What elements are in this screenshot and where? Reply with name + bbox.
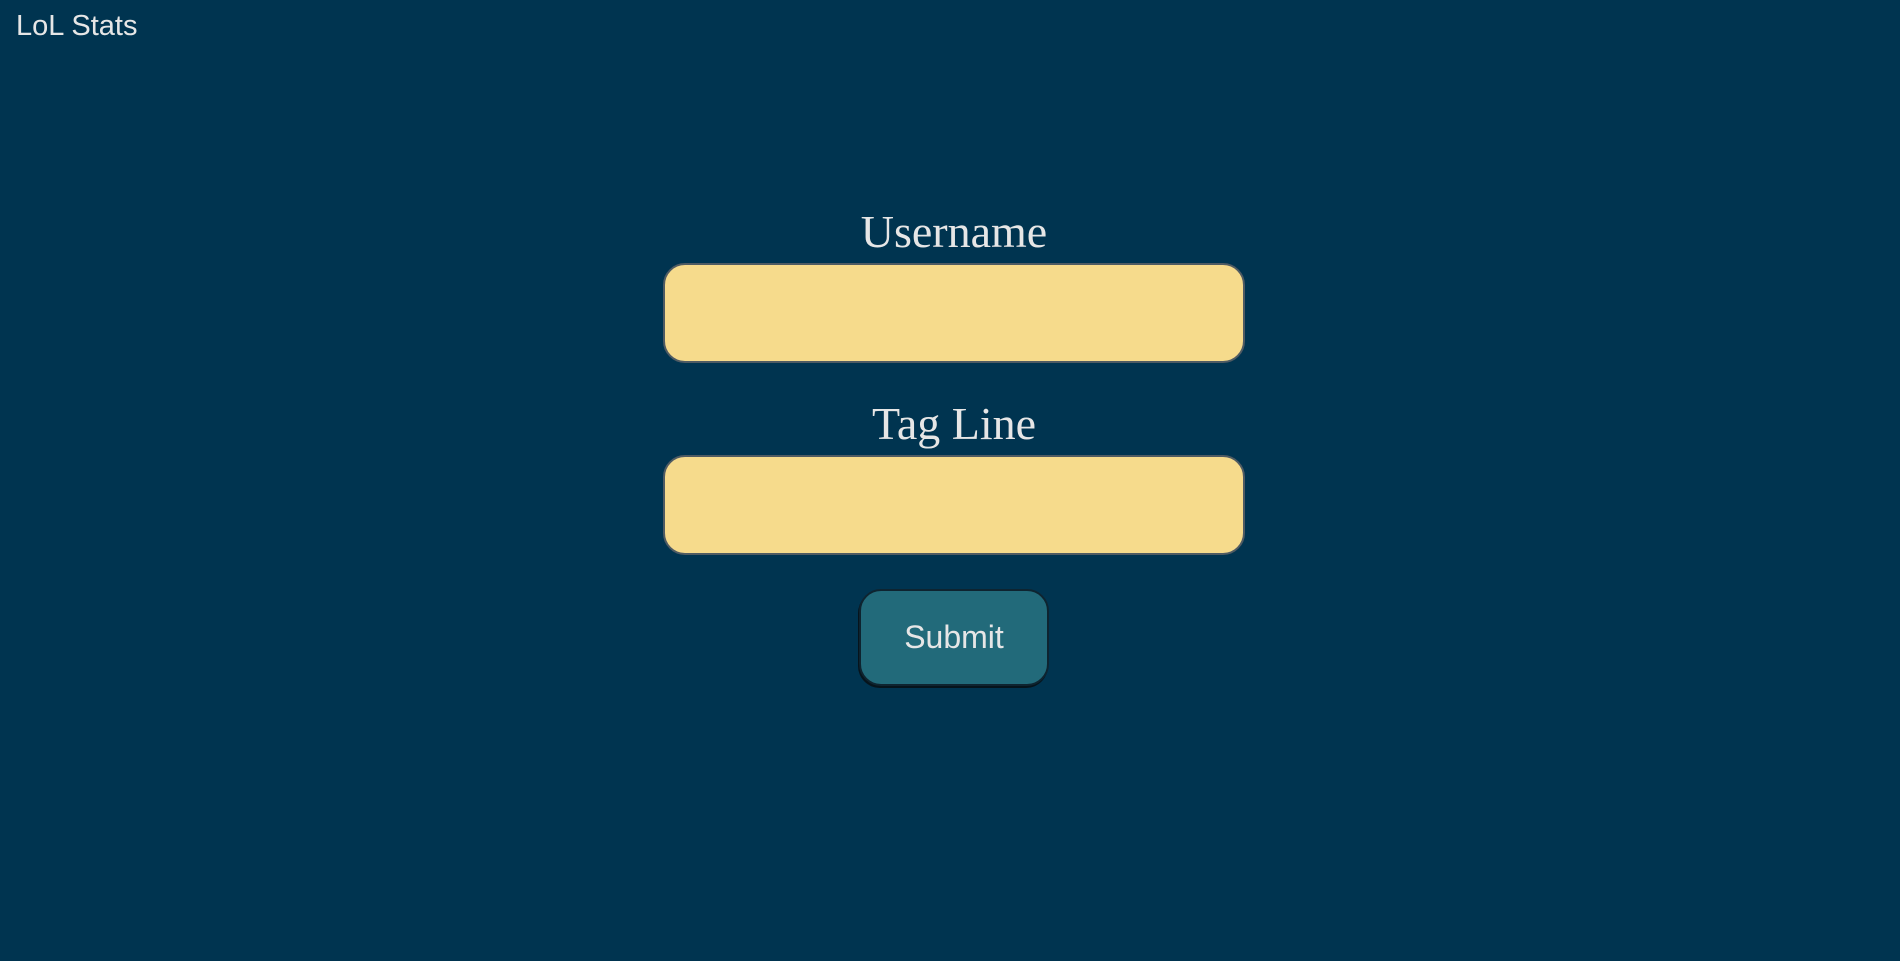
login-form: Username Tag Line Submit xyxy=(663,205,1245,686)
tagline-input[interactable] xyxy=(663,455,1245,555)
submit-button[interactable]: Submit xyxy=(859,589,1049,686)
app-title: LoL Stats xyxy=(16,10,138,42)
username-label: Username xyxy=(860,206,1048,257)
username-input[interactable] xyxy=(663,263,1245,363)
tagline-label: Tag Line xyxy=(871,398,1037,449)
